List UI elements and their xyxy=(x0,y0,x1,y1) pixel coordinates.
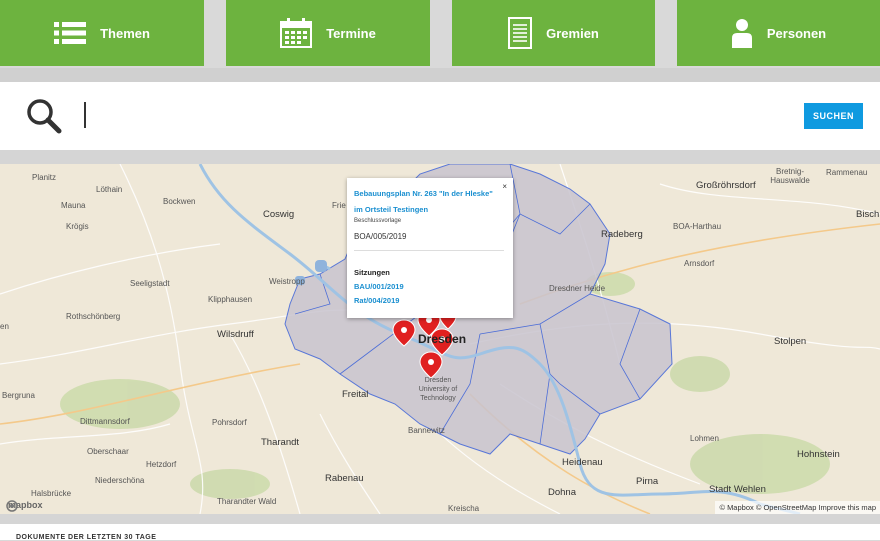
mapbox-logo: mapbox xyxy=(6,500,43,512)
map-place-label: Niederschöna xyxy=(95,476,145,485)
map-place-label: Stolpen xyxy=(774,336,807,347)
map-place-label: Oberschaar xyxy=(87,447,129,456)
map-place-label: Freital xyxy=(342,389,369,400)
text-caret xyxy=(84,102,86,128)
map-place-label: Planitz xyxy=(32,173,57,182)
map-place-label: Krögis xyxy=(66,222,89,231)
map-place-label: Coswig xyxy=(263,209,295,220)
map-place-label: Großröhrsdorf xyxy=(696,180,756,191)
nav-label: Themen xyxy=(100,25,150,41)
nav-label: Termine xyxy=(326,25,376,41)
popup-title-link[interactable]: Bebauungsplan Nr. 263 "In der Hleske" im… xyxy=(354,186,499,218)
recent-documents-section: DOKUMENTE DER LETZTEN 30 TAGE xyxy=(0,524,880,541)
map-view[interactable]: Planitz Löthain Mauna Bockwen Krögis Cos… xyxy=(0,164,880,514)
divider xyxy=(0,150,880,164)
map-place-label: en xyxy=(0,322,9,331)
popup-sessions-heading: Sitzungen xyxy=(354,268,390,277)
nav-tile-themen[interactable]: Themen xyxy=(0,0,204,66)
nav-tile-gremien[interactable]: Gremien xyxy=(452,0,655,66)
map-place-label: Radeberg xyxy=(601,229,643,240)
map-place-label: Seeligstadt xyxy=(130,279,170,288)
map-attribution[interactable]: © Mapbox © OpenStreetMap Improve this ma… xyxy=(715,501,880,514)
map-place-label: Klipphausen xyxy=(208,295,253,304)
calendar-icon xyxy=(280,18,313,48)
popup-document-number: BOA/005/2019 xyxy=(354,232,407,241)
map-place-label: Mauna xyxy=(61,201,86,210)
map-place-label: Dresdner Heide xyxy=(549,284,606,293)
top-navigation: Themen Termine Gremien Personen xyxy=(0,0,880,68)
map-place-label: Pohrsdorf xyxy=(212,418,247,427)
map-place-label: Hohnstein xyxy=(797,449,840,460)
map-place-label: Tharandt xyxy=(261,437,300,448)
map-place-label: Hetzdorf xyxy=(146,460,177,469)
map-place-label: Dresden University of Technology xyxy=(418,377,458,402)
map-place-label: Pirna xyxy=(636,476,659,487)
nav-tile-termine[interactable]: Termine xyxy=(226,0,430,66)
popup-session-link[interactable]: Rat/004/2019 xyxy=(354,296,399,305)
map-place-label: Arnsdorf xyxy=(684,259,715,268)
map-place-label: Bannewitz xyxy=(408,426,445,435)
map-popup: × Bebauungsplan Nr. 263 "In der Hleske" … xyxy=(347,178,513,318)
search-button[interactable]: SUCHEN xyxy=(804,103,863,129)
map-place-label: BOA-Harthau xyxy=(673,222,722,231)
close-icon[interactable]: × xyxy=(502,182,507,191)
map-place-label: Dittmannsdorf xyxy=(80,417,130,426)
search-icon xyxy=(26,98,62,139)
divider xyxy=(0,514,880,524)
map-place-label: Weistropp xyxy=(269,277,305,286)
nav-label: Gremien xyxy=(546,25,599,41)
search-bar: SUCHEN xyxy=(0,82,880,150)
map-place-label: Stadt Wehlen xyxy=(709,484,766,495)
nav-label: Personen xyxy=(766,25,827,41)
map-place-label: Bergruna xyxy=(2,391,35,400)
map-place-label: Wilsdruff xyxy=(217,329,254,340)
popup-session-link[interactable]: BAU/001/2019 xyxy=(354,282,404,291)
map-place-label: Kreischa xyxy=(448,504,480,513)
map-place-label: Löthain xyxy=(96,185,123,194)
map-place-label: Dresden xyxy=(418,332,467,346)
popup-document-type: Beschlussvorlage xyxy=(354,218,402,224)
popup-divider xyxy=(354,250,504,251)
map-place-label: Bisch xyxy=(856,209,880,220)
map-place-label: Frie xyxy=(332,201,346,210)
map-place-label: Tharandter Wald xyxy=(217,497,277,506)
person-icon xyxy=(731,18,753,48)
map-place-label: Heidenau xyxy=(562,457,603,468)
map-place-label: Halsbrücke xyxy=(31,489,72,498)
mapbox-logo-icon xyxy=(6,500,18,512)
map-place-label: Dohna xyxy=(548,487,576,498)
map-place-label: Lohmen xyxy=(690,434,719,443)
map-place-label: Rabenau xyxy=(325,473,364,484)
map-place-label: Bretnig-Hauswalde xyxy=(770,167,810,185)
search-input[interactable] xyxy=(80,102,784,132)
document-icon xyxy=(508,17,533,49)
map-place-label: Bockwen xyxy=(163,197,196,206)
nav-tile-personen[interactable]: Personen xyxy=(677,0,880,66)
map-place-label: Rammenau xyxy=(826,168,868,177)
divider xyxy=(0,68,880,82)
list-icon xyxy=(54,21,87,45)
map-place-label: Rothschönberg xyxy=(66,312,121,321)
